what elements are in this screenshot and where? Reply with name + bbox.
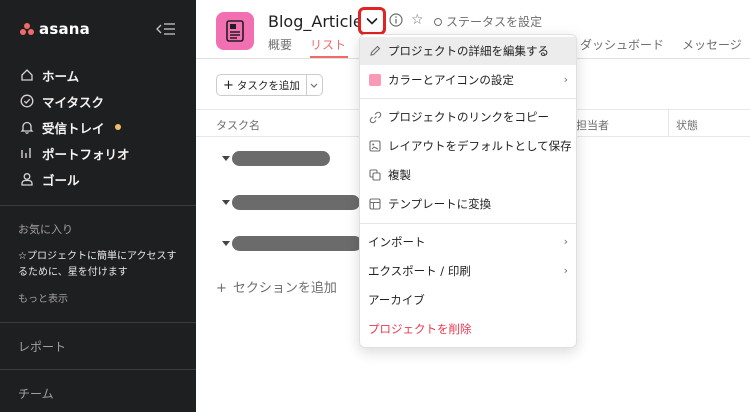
show-more-link[interactable]: もっと表示 bbox=[18, 290, 68, 305]
tab-dashboard[interactable]: ダッシュボード bbox=[580, 36, 664, 53]
add-task-dropdown-button[interactable] bbox=[305, 75, 322, 95]
home-icon bbox=[20, 68, 34, 82]
reports-heading[interactable]: レポート bbox=[18, 338, 66, 355]
chevron-right-icon: › bbox=[563, 264, 568, 277]
redacted-section-name bbox=[232, 195, 360, 210]
pencil-icon bbox=[368, 44, 382, 58]
sidebar-item-label: ポートフォリオ bbox=[42, 146, 130, 162]
menu-item-export-print[interactable]: エクスポート / 印刷 › bbox=[360, 257, 576, 285]
collapse-triangle-icon[interactable] bbox=[222, 200, 230, 205]
tab-messages[interactable]: メッセージ bbox=[682, 36, 742, 53]
tab-list[interactable]: リスト bbox=[310, 36, 346, 53]
add-task-label: タスクを追加 bbox=[236, 79, 300, 92]
teams-heading[interactable]: チーム bbox=[18, 385, 54, 402]
menu-item-import[interactable]: インポート › bbox=[360, 228, 576, 256]
collapse-menu-icon bbox=[156, 23, 175, 35]
menu-item-label: レイアウトをデフォルトとして保存 bbox=[388, 139, 572, 153]
column-header-task-name[interactable]: タスク名 bbox=[216, 117, 260, 133]
person-icon bbox=[20, 172, 34, 186]
document-icon bbox=[226, 20, 244, 42]
add-task-button[interactable]: + タスクを追加 bbox=[217, 75, 306, 95]
menu-item-label: エクスポート / 印刷 bbox=[368, 264, 471, 278]
section-row[interactable] bbox=[222, 195, 360, 210]
chevron-down-icon bbox=[310, 83, 318, 88]
chevron-right-icon: › bbox=[563, 73, 568, 86]
template-icon bbox=[368, 197, 382, 211]
project-icon[interactable] bbox=[216, 12, 254, 50]
layout-icon bbox=[368, 139, 382, 153]
add-task-control: + タスクを追加 bbox=[216, 74, 323, 96]
chevron-right-icon: › bbox=[563, 235, 568, 248]
redacted-section-name bbox=[232, 236, 362, 251]
sidebar-divider bbox=[0, 205, 196, 206]
sidebar-divider bbox=[0, 369, 196, 370]
favorites-hint: ☆プロジェクトに簡単にアクセスするために、星を付けます bbox=[18, 251, 177, 278]
duplicate-icon bbox=[368, 168, 382, 182]
set-status-button[interactable]: ステータスを設定 bbox=[434, 13, 542, 30]
menu-item-color-and-icon[interactable]: カラーとアイコンの設定 › bbox=[360, 66, 576, 94]
sidebar-item-goals[interactable]: ゴール bbox=[0, 166, 196, 192]
sidebar-nav: ホーム マイタスク 受信トレイ ポートフォリオ ゴール bbox=[0, 62, 196, 192]
collapse-sidebar-button[interactable] bbox=[154, 20, 178, 38]
sidebar-item-portfolio[interactable]: ポートフォリオ bbox=[0, 140, 196, 166]
chevron-down-icon bbox=[366, 17, 378, 25]
section-row[interactable] bbox=[222, 236, 362, 251]
column-header-assignee[interactable]: 担当者 bbox=[576, 117, 609, 133]
sidebar-item-inbox[interactable]: 受信トレイ bbox=[0, 114, 196, 140]
menu-item-save-layout-default[interactable]: レイアウトをデフォルトとして保存 bbox=[360, 132, 576, 160]
menu-item-label: アーカイブ bbox=[368, 293, 425, 307]
plus-icon: + bbox=[223, 77, 234, 93]
menu-item-label: 複製 bbox=[388, 168, 411, 182]
plus-icon: + bbox=[216, 281, 227, 296]
tab-overview[interactable]: 概要 bbox=[268, 36, 292, 53]
menu-item-label: カラーとアイコンの設定 bbox=[388, 73, 514, 87]
bar-chart-icon bbox=[20, 146, 34, 160]
star-icon[interactable]: ☆ bbox=[411, 12, 424, 28]
logo-text: asana bbox=[39, 20, 90, 38]
menu-item-archive[interactable]: アーカイブ bbox=[360, 286, 576, 314]
check-circle-icon bbox=[20, 94, 34, 108]
project-options-button[interactable] bbox=[358, 7, 386, 35]
menu-item-label: プロジェクトを削除 bbox=[368, 322, 472, 336]
sidebar-item-label: マイタスク bbox=[42, 94, 105, 110]
project-options-menu: プロジェクトの詳細を編集する カラーとアイコンの設定 › プロジェクトのリンクを… bbox=[359, 34, 577, 348]
sidebar-divider bbox=[0, 322, 196, 323]
menu-divider bbox=[360, 223, 576, 224]
bell-icon bbox=[20, 120, 34, 134]
menu-item-convert-to-template[interactable]: テンプレートに変換 bbox=[360, 190, 576, 218]
menu-item-label: プロジェクトの詳細を編集する bbox=[388, 44, 549, 58]
menu-item-duplicate[interactable]: 複製 bbox=[360, 161, 576, 189]
color-swatch-icon bbox=[368, 73, 382, 87]
notification-dot bbox=[114, 124, 121, 130]
status-circle-icon bbox=[434, 17, 442, 26]
link-icon bbox=[368, 110, 382, 124]
collapse-triangle-icon[interactable] bbox=[222, 156, 230, 161]
add-section-button[interactable]: + セクションを追加 bbox=[216, 277, 337, 296]
column-separator bbox=[668, 110, 669, 136]
add-section-label: セクションを追加 bbox=[232, 281, 337, 296]
set-status-label: ステータスを設定 bbox=[446, 15, 543, 29]
menu-item-delete-project[interactable]: プロジェクトを削除 bbox=[360, 315, 576, 343]
asana-logo-icon bbox=[20, 22, 34, 36]
menu-divider bbox=[360, 98, 576, 99]
sidebar-item-label: 受信トレイ bbox=[42, 120, 105, 136]
sidebar: asana ホーム マイタスク 受信トレイ ポートフォリオ ゴール お気に入り … bbox=[0, 0, 196, 412]
project-title[interactable]: Blog_Article bbox=[268, 12, 363, 31]
favorites-heading[interactable]: お気に入り bbox=[18, 221, 73, 237]
menu-item-label: インポート bbox=[368, 235, 426, 249]
column-header-status[interactable]: 状態 bbox=[676, 117, 698, 133]
collapse-triangle-icon[interactable] bbox=[222, 241, 230, 246]
menu-item-copy-project-link[interactable]: プロジェクトのリンクをコピー bbox=[360, 103, 576, 131]
menu-item-label: プロジェクトのリンクをコピー bbox=[388, 110, 549, 124]
menu-item-edit-project-details[interactable]: プロジェクトの詳細を編集する bbox=[360, 37, 576, 65]
sidebar-item-label: ホーム bbox=[42, 68, 80, 84]
sidebar-item-my-tasks[interactable]: マイタスク bbox=[0, 88, 196, 114]
redacted-section-name bbox=[232, 151, 330, 166]
info-icon[interactable] bbox=[389, 13, 403, 27]
sidebar-item-home[interactable]: ホーム bbox=[0, 62, 196, 88]
section-row[interactable] bbox=[222, 151, 330, 166]
menu-item-label: テンプレートに変換 bbox=[388, 197, 492, 211]
asana-logo[interactable]: asana bbox=[20, 20, 90, 38]
sidebar-item-label: ゴール bbox=[42, 172, 80, 188]
